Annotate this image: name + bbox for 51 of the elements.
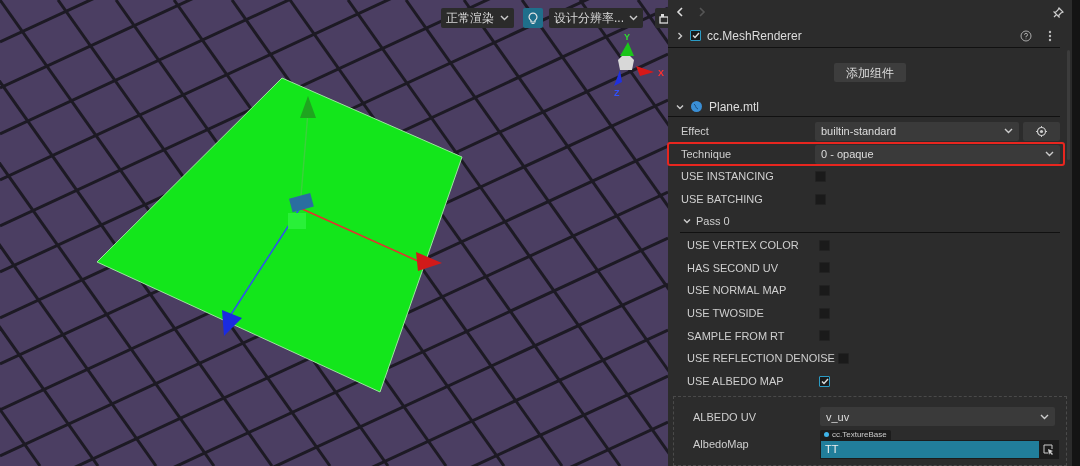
chevron-down-icon[interactable]: [676, 102, 684, 111]
property-label: USE BATCHING: [680, 192, 764, 208]
property-label: USE NORMAL MAP: [687, 283, 788, 299]
select-dropdown[interactable]: builtin-standard: [815, 121, 1019, 141]
help-icon[interactable]: [1020, 29, 1032, 42]
select-dropdown[interactable]: v_uv: [820, 407, 1055, 427]
property-label: USE ALBEDO MAP: [687, 373, 785, 389]
resolution-dropdown[interactable]: 设计分辨率...: [549, 8, 643, 28]
property-label: SAMPLE FROM RT: [687, 328, 786, 344]
property-label: AlbedoMap: [693, 437, 750, 452]
chevron-down-icon: [1045, 151, 1054, 158]
checkbox[interactable]: [690, 30, 701, 41]
chevron-down-icon: [1040, 413, 1049, 420]
select-dropdown[interactable]: 0 - opaque: [815, 144, 1060, 164]
more-options-icon[interactable]: [1048, 29, 1052, 42]
material-title: Plane.mtl: [709, 98, 760, 116]
axis-label: Y: [624, 32, 630, 42]
component-title: cc.MeshRenderer: [707, 27, 803, 45]
checkbox[interactable]: [819, 375, 830, 387]
locate-button[interactable]: [1023, 121, 1060, 141]
property-label: ALBEDO UV: [693, 409, 757, 425]
axis-label: Z: [614, 88, 620, 98]
property-label: Effect: [680, 124, 710, 140]
add-component-button[interactable]: 添加组件: [834, 63, 906, 82]
lightbulb-icon: [528, 11, 538, 25]
chevron-down-icon: [500, 15, 509, 21]
lighting-toggle[interactable]: [523, 8, 543, 28]
pin-icon[interactable]: [1053, 6, 1064, 18]
pick-asset-icon[interactable]: [1043, 443, 1054, 455]
move-gizmo-drawing[interactable]: [222, 96, 442, 336]
plane-mesh[interactable]: [96, 77, 463, 393]
chevron-down-icon: [629, 15, 638, 21]
property-label: USE REFLECTION DENOISE: [687, 351, 836, 367]
chevron-down-icon[interactable]: [683, 217, 691, 226]
orientation-axes-drawing[interactable]: [614, 42, 654, 86]
property-label: USE VERTEX COLOR: [687, 237, 800, 253]
property-label: HAS SECOND UV: [687, 260, 780, 276]
type-tag: cc.TextureBase: [820, 429, 891, 440]
axis-label: X: [658, 68, 664, 78]
asset-field[interactable]: TT: [821, 440, 1039, 458]
property-label: Technique: [680, 146, 733, 162]
material-sphere-icon: [691, 101, 702, 112]
render-mode-dropdown[interactable]: 正常渲染: [441, 8, 514, 28]
camera-icon[interactable]: [659, 12, 668, 24]
section-title: Pass 0: [696, 214, 730, 229]
property-label: USE TWOSIDE: [687, 305, 765, 321]
target-icon: [1036, 125, 1047, 137]
asset-type-dot-icon: [824, 432, 829, 438]
chevron-right-icon[interactable]: [676, 31, 684, 40]
property-label: USE INSTANCING: [680, 169, 775, 185]
chevron-down-icon: [1004, 128, 1013, 135]
